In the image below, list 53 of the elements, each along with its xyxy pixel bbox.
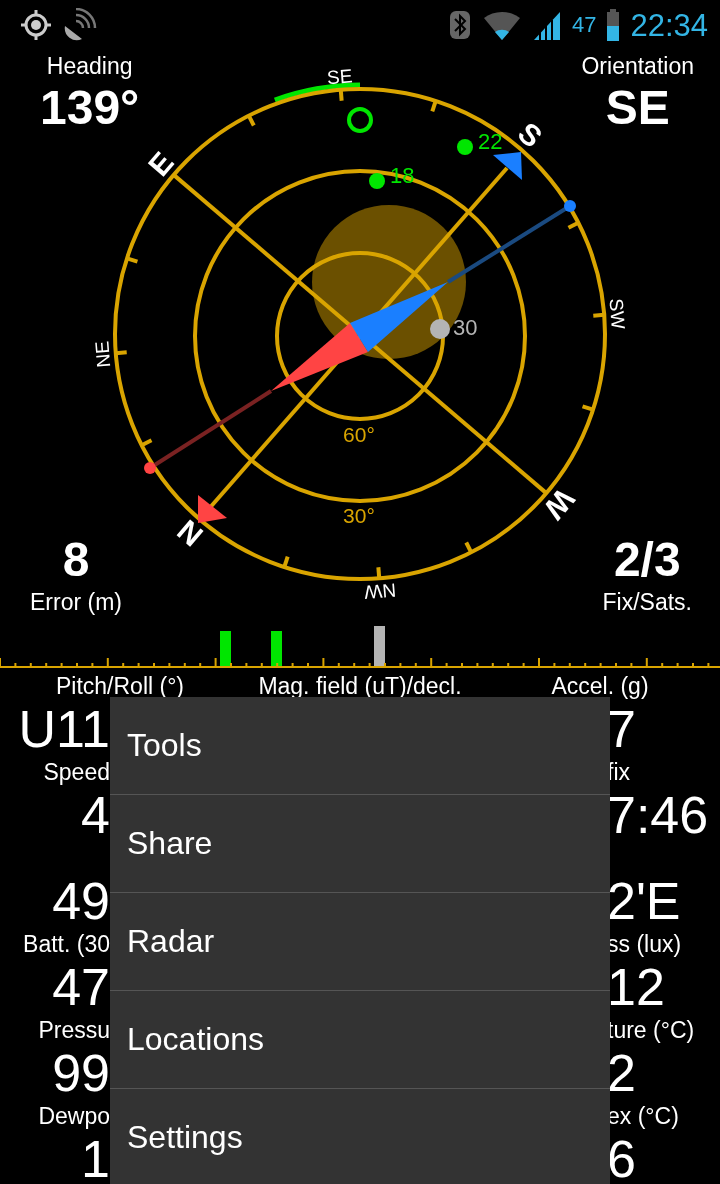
sensor-label: Accel. (g): [550, 672, 650, 700]
sensor-value: U11: [18, 704, 110, 754]
battery-icon: [606, 8, 621, 42]
sensor-value: 1: [81, 1134, 110, 1184]
direction-label: S: [511, 115, 549, 154]
direction-label: N: [170, 513, 209, 553]
heading-label: Heading: [46, 52, 133, 80]
sensor-label: Speed: [43, 758, 110, 787]
direction-label: E: [141, 145, 180, 183]
sensor-label: Mag. field (uT)/decl.: [257, 672, 463, 700]
signal-bar: [374, 626, 385, 666]
target-marker: [347, 107, 373, 133]
signal-bar: [220, 631, 231, 666]
fix-label: Fix/Sats.: [602, 588, 692, 616]
menu-item[interactable]: Share: [110, 794, 610, 892]
sensor-value: 7:46: [607, 790, 709, 840]
menu-item[interactable]: Radar: [110, 892, 610, 990]
fix-value: 2/3: [613, 534, 681, 586]
heading-value: 139°: [40, 82, 140, 134]
satellite-dish-icon: [62, 8, 98, 42]
direction-label: NE: [91, 340, 115, 369]
direction-label: W: [537, 482, 581, 526]
satellite-label: 30: [453, 314, 478, 340]
sensor-label: Dewpo: [38, 1102, 110, 1131]
sensor-value: 7: [607, 704, 636, 754]
sensor-value: 4: [81, 790, 110, 840]
sensor-value: 2: [607, 1048, 636, 1098]
location-target-icon: [20, 8, 52, 42]
sensor-label: Batt. (30: [23, 930, 110, 959]
clock-time: 22:34: [630, 9, 708, 41]
menu-item[interactable]: Locations: [110, 990, 610, 1088]
error-value: 8: [62, 534, 90, 586]
bluetooth-icon: [447, 8, 472, 42]
sensor-value: 49: [52, 876, 110, 926]
satellite-label: 22: [478, 128, 503, 154]
menu-item[interactable]: Tools: [110, 697, 610, 794]
menu-item[interactable]: Settings: [110, 1088, 610, 1184]
battery-percent: 47: [571, 14, 597, 36]
error-label: Error (m): [30, 588, 122, 616]
orientation-label: Orientation: [581, 52, 694, 80]
direction-label: SE: [326, 65, 354, 89]
sensor-label: Pressu: [38, 1016, 110, 1045]
sensor-value: 99: [52, 1048, 110, 1098]
elevation-label: 30°: [343, 504, 375, 527]
sensor-value: 47: [52, 962, 110, 1012]
direction-label: NW: [363, 579, 397, 603]
sensor-value: 12: [607, 962, 665, 1012]
direction-label: SW: [605, 297, 629, 330]
signal-bar: [271, 631, 282, 666]
sensor-value: 2'E: [607, 876, 681, 926]
orientation-value: SE: [605, 82, 670, 134]
sensor-value: 6: [607, 1134, 636, 1184]
elevation-label: 60°: [343, 423, 375, 446]
